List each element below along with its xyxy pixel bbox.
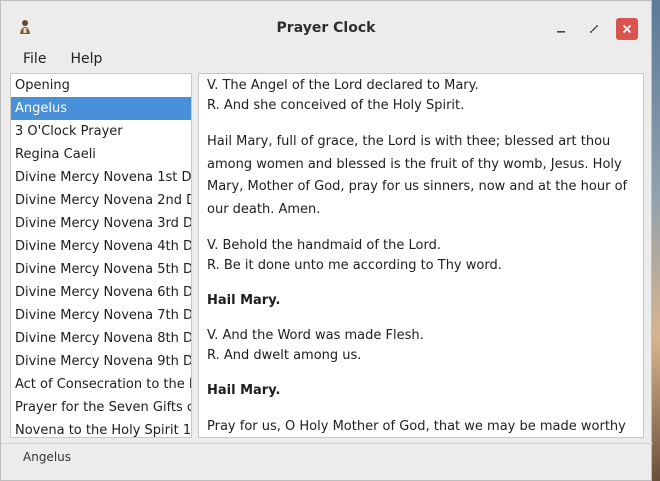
text-line: V. The Angel of the Lord declared to Mar… (207, 78, 479, 93)
list-item[interactable]: Regina Caeli (11, 143, 191, 166)
versicle-paragraph: V. Behold the handmaid of the Lord. R. B… (207, 236, 635, 276)
list-item[interactable]: Divine Mercy Novena 6th D (11, 281, 191, 304)
list-item[interactable]: Opening (11, 74, 191, 97)
list-item[interactable]: Prayer for the Seven Gifts c (11, 396, 191, 419)
menu-file[interactable]: File (11, 45, 58, 73)
list-item[interactable]: Divine Mercy Novena 8th D (11, 327, 191, 350)
list-item[interactable]: Novena to the Holy Spirit 1 (11, 419, 191, 437)
close-icon[interactable] (616, 18, 638, 40)
versicle-paragraph: V. The Angel of the Lord declared to Mar… (207, 76, 635, 116)
restore-icon[interactable] (584, 19, 604, 39)
text-line: R. And dwelt among us. (207, 348, 362, 363)
status-bar: Angelus (1, 443, 653, 469)
hail-mary-paragraph: Hail Mary, full of grace, the Lord is wi… (207, 131, 635, 221)
list-item[interactable]: Divine Mercy Novena 3rd D (11, 212, 191, 235)
main-content: Opening Angelus 3 O'Clock Prayer Regina … (10, 73, 644, 438)
text-line: Pray for us, O Holy Mother of God, that … (207, 419, 626, 434)
list-item[interactable]: Divine Mercy Novena 1st D (11, 166, 191, 189)
list-item[interactable]: Act of Consecration to the I (11, 373, 191, 396)
list-item[interactable]: Divine Mercy Novena 2nd D (11, 189, 191, 212)
list-item[interactable]: Divine Mercy Novena 4th D (11, 235, 191, 258)
text-line: our death. Amen. (207, 201, 321, 217)
text-line: R. Be it done unto me according to Thy w… (207, 258, 502, 273)
text-line: Mary, Mother of God, pray for us sinners… (207, 179, 628, 194)
minimize-icon[interactable] (551, 19, 571, 39)
list-item[interactable]: Divine Mercy Novena 7th D (11, 304, 191, 327)
versicle-paragraph: V. And the Word was made Flesh. R. And d… (207, 326, 635, 366)
hail-mary-heading: Hail Mary. (207, 293, 281, 308)
closing-prayer-paragraph: Pray for us, O Holy Mother of God, that … (207, 416, 635, 437)
window-title: Prayer Clock (276, 20, 376, 36)
list-item[interactable]: 3 O'Clock Prayer (11, 120, 191, 143)
titlebar[interactable]: Prayer Clock (1, 1, 651, 45)
hail-mary-heading: Hail Mary. (207, 383, 281, 398)
app-window: Prayer Clock File Help Opening Angelus 3… (0, 0, 653, 481)
prayer-text-view[interactable]: V. The Angel of the Lord declared to Mar… (198, 73, 644, 438)
list-item[interactable]: Divine Mercy Novena 5th D (11, 258, 191, 281)
text-line: Hail Mary, full of grace, the Lord is wi… (207, 134, 611, 149)
prayer-list[interactable]: Opening Angelus 3 O'Clock Prayer Regina … (10, 73, 192, 438)
menubar: File Help (1, 45, 651, 73)
text-line: V. Behold the handmaid of the Lord. (207, 238, 441, 253)
text-line: V. And the Word was made Flesh. (207, 328, 424, 343)
list-item[interactable]: Divine Mercy Novena 9th D (11, 350, 191, 373)
text-line: among women and blessed is the fruit of … (207, 156, 622, 172)
praying-person-icon (17, 19, 33, 35)
text-line: R. And she conceived of the Holy Spirit. (207, 98, 465, 113)
list-item-selected[interactable]: Angelus (11, 97, 191, 120)
menu-help[interactable]: Help (58, 45, 114, 73)
